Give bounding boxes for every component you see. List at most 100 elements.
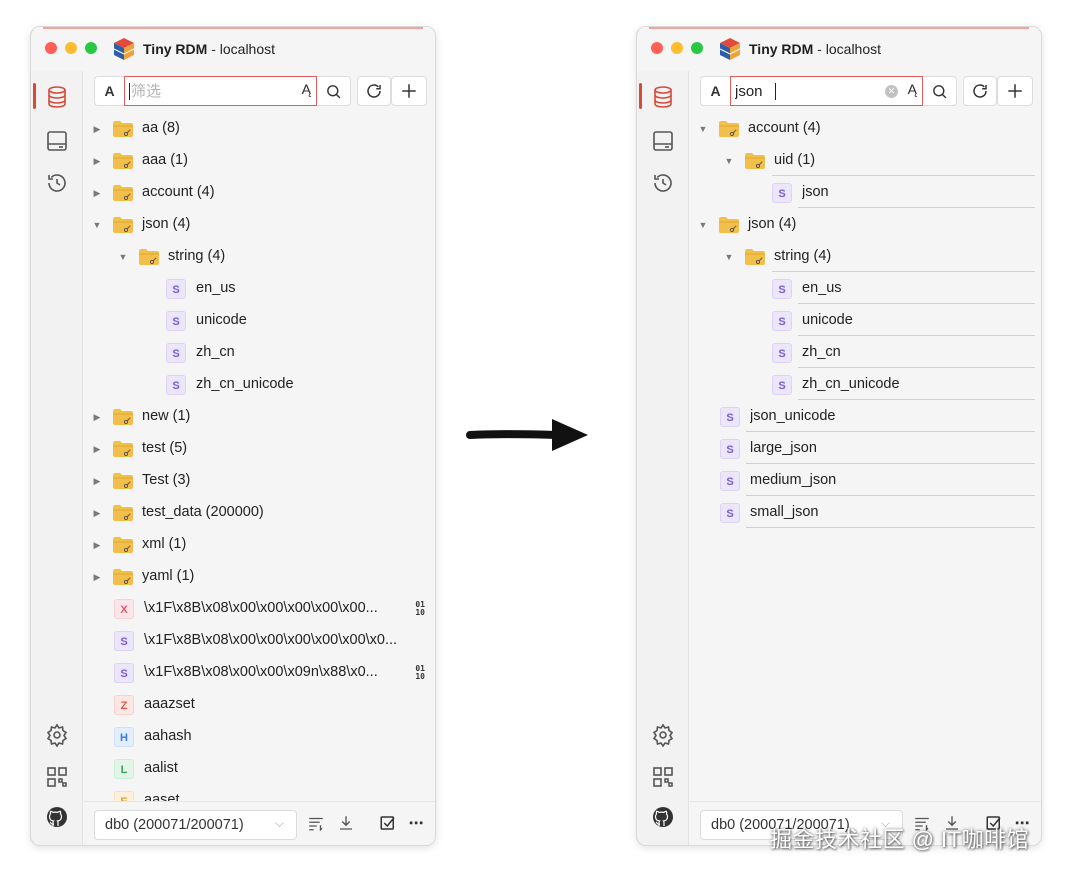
terminal-icon[interactable] — [45, 129, 69, 153]
more-icon[interactable]: ⋯ — [406, 814, 426, 834]
maximize-window-button[interactable] — [691, 42, 703, 54]
github-icon[interactable] — [45, 805, 69, 829]
tree-folder-row[interactable]: ▼ uid (1) — [690, 145, 1041, 177]
tree-folder-row[interactable]: ▶ test (5) — [84, 433, 435, 465]
tree-key-row[interactable]: Sunicode — [84, 305, 435, 337]
refresh-button[interactable] — [963, 76, 997, 106]
clear-filter-icon[interactable]: ✕ — [885, 85, 898, 98]
tree-folder-row[interactable]: ▶ yaml (1) — [84, 561, 435, 593]
settings-icon[interactable] — [45, 723, 69, 747]
expand-arrow-right-icon[interactable]: ▶ — [92, 442, 102, 456]
tree-key-row[interactable]: Smedium_json — [690, 465, 1041, 497]
tree-key-row[interactable]: Sen_us — [84, 273, 435, 305]
tree-folder-row[interactable]: ▶ test_data (200000) — [84, 497, 435, 529]
checkbox-icon[interactable] — [378, 814, 398, 834]
grid-icon[interactable] — [651, 765, 675, 789]
minimize-window-button[interactable] — [65, 42, 77, 54]
tree-key-row[interactable]: X \x1F\x8B\x08\x00\x00\x00\x00\x00... 01 10 — [84, 593, 435, 625]
tree-folder-row[interactable]: ▶ Test (3) — [84, 465, 435, 497]
filter-input-box[interactable]: Ą — [124, 76, 317, 106]
search-button[interactable] — [923, 76, 957, 106]
tree-key-row[interactable]: Sjson_unicode — [690, 401, 1041, 433]
filter-input-box[interactable]: ✕ Ą — [730, 76, 923, 106]
download-icon[interactable] — [336, 814, 356, 834]
match-case-button[interactable]: A — [700, 76, 730, 106]
tree-folder-row[interactable]: ▼ string (4) — [690, 241, 1041, 273]
tree-folder-row[interactable]: ▶ aa (8) — [84, 113, 435, 145]
minimize-window-button[interactable] — [671, 42, 683, 54]
tree-folder-row[interactable]: ▼ account (4) — [690, 113, 1041, 145]
active-indicator — [639, 83, 642, 109]
history-icon[interactable] — [45, 171, 69, 195]
settings-icon[interactable] — [651, 723, 675, 747]
expand-arrow-right-icon[interactable]: ▶ — [92, 122, 102, 136]
close-window-button[interactable] — [651, 42, 663, 54]
database-select[interactable]: db0 (200071/200071) ⌵ — [94, 810, 297, 840]
grid-icon[interactable] — [45, 765, 69, 789]
history-icon[interactable] — [651, 171, 675, 195]
spellcheck-icon[interactable]: Ą — [302, 81, 311, 97]
match-case-button[interactable]: A — [94, 76, 124, 106]
tree-folder-row[interactable]: ▶ xml (1) — [84, 529, 435, 561]
spellcheck-icon[interactable]: Ą — [908, 81, 917, 97]
expand-arrow-right-icon[interactable]: ▶ — [92, 186, 102, 200]
tree-key-row[interactable]: S \x1F\x8B\x08\x00\x00\x00\x00\x00\x0... — [84, 625, 435, 657]
expand-arrow-right-icon[interactable]: ▶ — [92, 154, 102, 168]
expand-arrow-right-icon[interactable]: ▶ — [92, 538, 102, 552]
tree-key-row[interactable]: Zaaazset — [84, 689, 435, 721]
close-window-button[interactable] — [45, 42, 57, 54]
key-type-badge: X — [114, 599, 134, 619]
tree-key-row[interactable]: Szh_cn — [690, 337, 1041, 369]
github-icon[interactable] — [651, 805, 675, 829]
add-key-button[interactable] — [391, 76, 427, 106]
tree-key-row[interactable]: Sjson — [690, 177, 1041, 209]
expand-arrow-down-icon[interactable]: ▼ — [698, 218, 708, 232]
key-tree[interactable]: ▶ aa (8) ▶ aaa (1) ▶ account (4) ▼ json (4) ▼ str… — [84, 113, 435, 801]
terminal-icon[interactable] — [651, 129, 675, 153]
tree-folder-row[interactable]: ▶ new (1) — [84, 401, 435, 433]
expand-arrow-right-icon[interactable]: ▶ — [92, 474, 102, 488]
tree-folder-row[interactable]: ▶ aaa (1) — [84, 145, 435, 177]
database-icon[interactable] — [651, 85, 675, 109]
tree-key-row[interactable]: Szh_cn — [84, 337, 435, 369]
expand-arrow-down-icon[interactable]: ▼ — [118, 250, 128, 264]
database-icon[interactable] — [45, 85, 69, 109]
tree-folder-row[interactable]: ▼ json (4) — [690, 209, 1041, 241]
tree-key-row[interactable]: Ssmall_json — [690, 497, 1041, 529]
tree-folder-label: new (1) — [142, 408, 191, 424]
tree-key-row[interactable]: Sen_us — [690, 273, 1041, 305]
tree-folder-row[interactable]: ▼ string (4) — [84, 241, 435, 273]
tree-key-row[interactable]: Laalist — [84, 753, 435, 785]
maximize-window-button[interactable] — [85, 42, 97, 54]
window-title: Tiny RDM - localhost — [749, 41, 882, 57]
add-key-button[interactable] — [997, 76, 1033, 106]
expand-arrow-right-icon[interactable]: ▶ — [92, 410, 102, 424]
tree-key-label: aahash — [144, 728, 192, 744]
tree-key-row[interactable]: Slarge_json — [690, 433, 1041, 465]
tree-key-row[interactable]: S \x1F\x8B\x08\x00\x00\x09n\x88\x0... 01 10 — [84, 657, 435, 689]
tree-folder-row[interactable]: ▶ account (4) — [84, 177, 435, 209]
filter-list-icon[interactable] — [306, 814, 326, 834]
tree-key-row[interactable]: Haahash — [84, 721, 435, 753]
expand-arrow-down-icon[interactable]: ▼ — [92, 218, 102, 232]
filter-input[interactable] — [131, 82, 281, 100]
tree-folder-label: string (4) — [774, 248, 832, 264]
tree-key-row[interactable]: Szh_cn_unicode — [690, 369, 1041, 401]
expand-arrow-right-icon[interactable]: ▶ — [92, 570, 102, 584]
expand-arrow-down-icon[interactable]: ▼ — [698, 122, 708, 136]
tree-key-label: unicode — [196, 312, 247, 328]
expand-arrow-down-icon[interactable]: ▼ — [724, 154, 734, 168]
title-bar[interactable]: Tiny RDM - localhost — [637, 27, 1041, 71]
tree-folder-row[interactable]: ▼ json (4) — [84, 209, 435, 241]
binary-icon: 01 10 — [415, 664, 425, 681]
refresh-button[interactable] — [357, 76, 391, 106]
tree-key-row[interactable]: Sunicode — [690, 305, 1041, 337]
key-tree[interactable]: ▼ account (4) ▼ uid (1) Sjson ▼ json (4) ▼ strin… — [690, 113, 1041, 801]
tree-key-row[interactable]: Eaaset — [84, 785, 435, 801]
tree-key-row[interactable]: Szh_cn_unicode — [84, 369, 435, 401]
title-bar[interactable]: Tiny RDM - localhost — [31, 27, 435, 71]
expand-arrow-down-icon[interactable]: ▼ — [724, 250, 734, 264]
filter-input[interactable] — [735, 82, 775, 100]
search-button[interactable] — [317, 76, 351, 106]
expand-arrow-right-icon[interactable]: ▶ — [92, 506, 102, 520]
